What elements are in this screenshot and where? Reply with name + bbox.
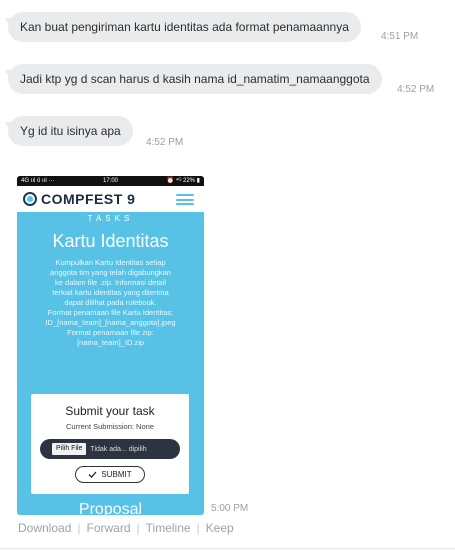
description-text: Kumpulkan Kartu Identitas setiap anggota… xyxy=(45,258,176,347)
image-actions: Download | Forward | Timeline | Keep xyxy=(18,521,234,535)
message-time: 4:52 PM xyxy=(146,137,184,148)
separator: | xyxy=(77,521,81,535)
message-time: 4:51 PM xyxy=(381,31,419,42)
section-label: TASKS xyxy=(87,214,134,223)
checkmark-icon xyxy=(88,471,97,478)
separator: | xyxy=(136,521,140,535)
current-submission: Current Submission: None xyxy=(66,422,154,431)
message-bubble: Yg id itu isinya apa xyxy=(8,116,133,146)
brand-name: COMPFEST 9 xyxy=(41,191,136,207)
message-bubble: Jadi ktp yg d scan harus d kasih nama id… xyxy=(8,64,382,94)
card-title: Submit your task xyxy=(65,404,155,418)
download-link[interactable]: Download xyxy=(18,521,71,535)
page-title: Kartu Identitas xyxy=(52,231,169,251)
message-text: Jadi ktp yg d scan harus d kasih nama id… xyxy=(20,72,370,86)
status-battery: ⏰ ⁴ᴳ 22% ▮ xyxy=(166,178,200,184)
submit-button: SUBMIT xyxy=(75,466,145,483)
separator: | xyxy=(196,521,200,535)
message-time: 4:52 PM xyxy=(397,84,435,95)
image-message[interactable]: 4G ııl ö ııl ··· 17:00 ⏰ ⁴ᴳ 22% ▮ COMPFE… xyxy=(17,176,204,515)
divider xyxy=(0,548,455,549)
status-signal: 4G ııl ö ııl ··· xyxy=(21,178,55,184)
forward-link[interactable]: Forward xyxy=(87,521,131,535)
choose-file-button: Pilih File xyxy=(52,443,87,455)
file-status: Tidak ada... dipilih xyxy=(90,445,147,453)
submit-card: Submit your task Current Submission: Non… xyxy=(31,394,189,494)
file-picker: Pilih File Tidak ada... dipilih xyxy=(40,439,180,459)
compfest-logo-icon xyxy=(23,192,37,206)
submit-label: SUBMIT xyxy=(101,470,132,479)
timeline-link[interactable]: Timeline xyxy=(146,521,191,535)
keep-link[interactable]: Keep xyxy=(206,521,234,535)
message-text: Yg id itu isinya apa xyxy=(20,124,121,138)
message-time: 5:00 PM xyxy=(211,503,249,514)
next-heading: Proposal xyxy=(78,501,143,515)
status-time: 17:00 xyxy=(102,178,118,184)
message-bubble: Kan buat pengiriman kartu identitas ada … xyxy=(8,12,361,42)
site-navbar: COMPFEST 9 xyxy=(17,186,204,212)
hamburger-menu-icon xyxy=(176,194,194,205)
phone-status-bar: 4G ııl ö ııl ··· 17:00 ⏰ ⁴ᴳ 22% ▮ xyxy=(17,176,204,186)
message-text: Kan buat pengiriman kartu identitas ada … xyxy=(20,20,349,34)
